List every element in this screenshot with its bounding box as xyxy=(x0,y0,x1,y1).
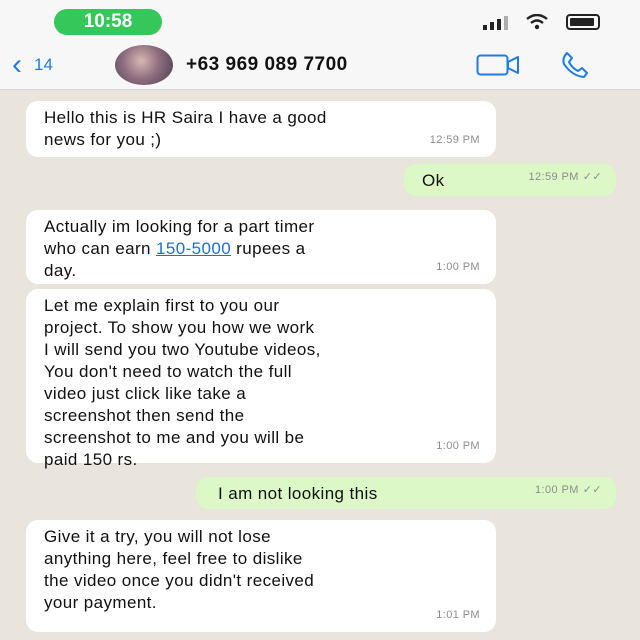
message-time: 1:00 PM ✓✓ xyxy=(535,479,602,501)
phone-call-icon[interactable] xyxy=(560,50,590,80)
video-call-icon[interactable] xyxy=(476,54,520,76)
unread-count: 14 xyxy=(34,55,53,74)
message-time: 1:00 PM xyxy=(436,261,480,273)
signal-icon xyxy=(483,14,508,30)
message-time-text: 12:59 PM xyxy=(528,171,579,183)
contact-name[interactable]: +63 969 089 7700 xyxy=(186,54,348,76)
message-text: Let me explain first to you our project.… xyxy=(44,296,321,469)
message-time: 1:01 PM xyxy=(436,609,480,621)
message-time: 1:00 PM xyxy=(436,440,480,452)
message-time: 12:59 PM ✓✓ xyxy=(528,166,602,188)
back-button[interactable]: ‹ 14 xyxy=(12,50,53,80)
read-ticks-icon: ✓✓ xyxy=(582,484,602,496)
avatar[interactable] xyxy=(115,45,173,85)
battery-icon xyxy=(566,14,600,30)
message-incoming[interactable]: Actually im looking for a part timer who… xyxy=(26,210,496,284)
message-incoming[interactable]: Let me explain first to you our project.… xyxy=(26,289,496,469)
message-outgoing[interactable]: Ok 12:59 PM ✓✓ xyxy=(404,164,616,196)
read-ticks-icon: ✓✓ xyxy=(582,171,602,183)
status-icons xyxy=(483,14,600,30)
chat-header: ‹ 14 +63 969 089 7700 xyxy=(0,40,640,90)
message-text: Give it a try, you will not lose anythin… xyxy=(44,527,315,612)
message-outgoing[interactable]: I am not looking this 1:00 PM ✓✓ xyxy=(196,477,616,509)
wifi-icon xyxy=(526,14,548,30)
message-link[interactable]: 150-5000 xyxy=(156,239,231,258)
message-incoming[interactable]: Give it a try, you will not lose anythin… xyxy=(26,520,496,632)
message-list[interactable]: Hello this is HR Saira I have a good new… xyxy=(0,91,640,640)
message-time-text: 1:00 PM xyxy=(535,484,579,496)
message-time: 12:59 PM xyxy=(429,134,480,146)
message-text: Actually im looking for a part timer who… xyxy=(44,216,486,282)
status-bar: 10:58 xyxy=(0,0,640,40)
chevron-left-icon: ‹ xyxy=(12,48,22,81)
status-time: 10:58 xyxy=(54,9,162,35)
message-incoming[interactable]: Hello this is HR Saira I have a good new… xyxy=(26,101,496,157)
message-text: Hello this is HR Saira I have a good new… xyxy=(44,108,327,149)
